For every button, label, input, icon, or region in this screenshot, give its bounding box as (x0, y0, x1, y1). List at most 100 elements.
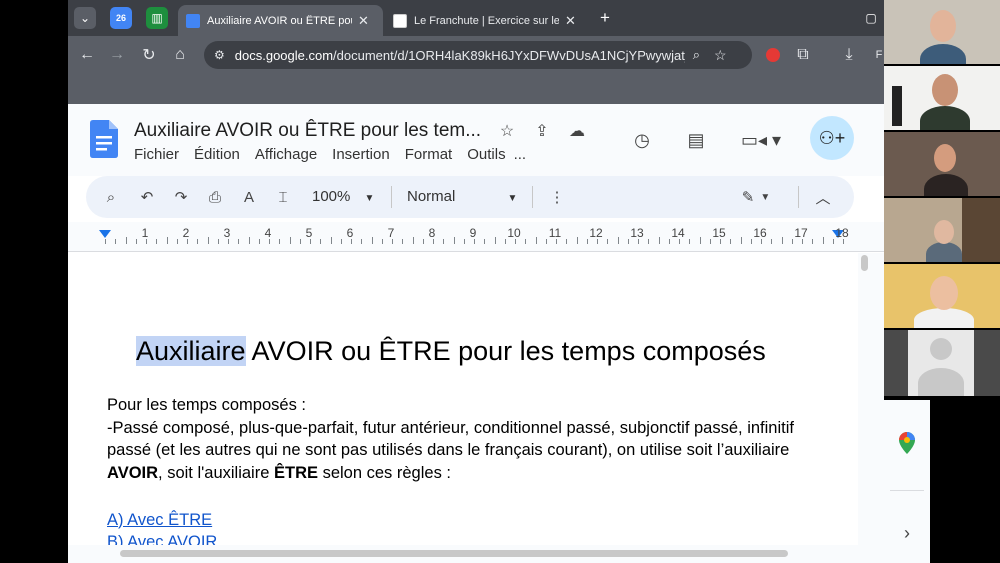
ruler-tick (381, 239, 383, 244)
zoom-select[interactable]: 100% ▼ (312, 188, 374, 205)
heading-rest-text: AVOIR ou ÊTRE pour les temps composés (245, 336, 766, 366)
undo-icon[interactable]: ↶ (136, 186, 158, 208)
spellcheck-icon[interactable]: A (238, 186, 260, 208)
maps-icon[interactable] (894, 430, 920, 456)
bookmarks-bar (68, 74, 884, 104)
chevron-right-icon[interactable]: › (896, 522, 918, 544)
browser-window: ⌄ 26 ▥ Auxiliaire AVOIR ou ÊTRE pour l ✕… (68, 0, 884, 563)
menu-outils[interactable]: Outils (467, 146, 505, 163)
tab-label: Le Franchute | Exercice sur le ch (414, 14, 559, 27)
participant-face (930, 276, 958, 310)
ruler-tick (638, 239, 639, 244)
tab-auxiliaire-doc[interactable]: Auxiliaire AVOIR ou ÊTRE pour l ✕ (178, 5, 383, 36)
menu-insertion[interactable]: Insertion (332, 146, 390, 163)
share-person-icon[interactable]: ⚇+ (810, 116, 854, 160)
ruler-tick (135, 239, 137, 244)
move-folder-icon[interactable]: ⇪ (531, 120, 553, 142)
style-select[interactable]: Normal ▼ (407, 188, 517, 205)
menu-edition[interactable]: Édition (194, 146, 240, 163)
docs-favicon-icon (186, 13, 200, 28)
ruler-tick (453, 237, 455, 244)
toolbar-divider (798, 186, 799, 208)
style-value: Normal (407, 188, 456, 205)
ruler-tick (597, 239, 598, 244)
ruler-tick (299, 239, 301, 244)
video-call-icon[interactable]: ▭◂ ▾ (736, 124, 786, 156)
paragraph-intro: Pour les temps composés : (107, 396, 306, 414)
tab-le-franchute[interactable]: Le Franchute | Exercice sur le ch ✕ (385, 5, 590, 36)
search-icon[interactable]: ⌕ (100, 186, 122, 208)
more-vert-icon[interactable]: ⋮ (546, 186, 568, 208)
star-icon[interactable]: ☆ (496, 120, 518, 142)
extensions-puzzle-icon[interactable]: ⧉ (792, 44, 814, 66)
edit-pencil-icon[interactable]: ✎ ▼ (736, 186, 776, 208)
profile-avatar[interactable]: F (868, 44, 884, 66)
zoom-value: 100% (312, 188, 351, 205)
link-avec-etre[interactable]: A) Avec ÊTRE (107, 509, 837, 532)
link-avec-avoir[interactable]: B) Avec AVOIR (107, 531, 837, 545)
browser-toolbar: ← → ↻ ⌂ ⚙ docs.google.com/document/d/1OR… (68, 36, 884, 74)
forward-arrow-icon[interactable]: → (106, 44, 128, 66)
document-page[interactable]: Auxiliaire AVOIR ou ÊTRE pour les temps … (68, 253, 858, 545)
video-participant-6[interactable] (884, 330, 1000, 396)
menu-affichage[interactable]: Affichage (255, 146, 317, 163)
redo-icon[interactable]: ↷ (170, 186, 192, 208)
ruler-tick (463, 239, 465, 244)
zoom-icon[interactable]: ⌕ (693, 47, 700, 63)
address-bar[interactable]: ⚙ docs.google.com/document/d/1ORH4laK89k… (204, 41, 752, 69)
horizontal-scroll-thumb[interactable] (120, 550, 788, 557)
tab-search-button[interactable]: ⌄ (74, 7, 96, 29)
chevron-up-icon[interactable]: ︿ (812, 186, 834, 208)
video-participant-4[interactable] (884, 198, 1000, 262)
history-icon[interactable]: ◷ (626, 124, 658, 156)
menu-format[interactable]: Format (405, 146, 453, 163)
docs-logo-icon[interactable] (90, 120, 118, 158)
back-arrow-icon[interactable]: ← (76, 44, 98, 66)
ruler-tick (105, 239, 106, 244)
bookmark-star-icon[interactable]: ☆ (714, 47, 727, 64)
close-tab-icon[interactable]: ✕ (358, 13, 369, 29)
home-icon[interactable]: ⌂ (169, 44, 191, 66)
ruler-number: 5 (305, 226, 313, 240)
ruler-tick (515, 239, 516, 244)
paint-format-icon[interactable]: ⌶ (272, 186, 294, 208)
menu-more[interactable]: ... (514, 146, 527, 163)
comment-icon[interactable]: ▤ (680, 124, 712, 156)
ruler-number: 10 (507, 226, 521, 240)
download-icon[interactable]: ⤓ (838, 44, 860, 66)
left-indent-marker[interactable] (99, 230, 111, 238)
franchute-favicon-icon (393, 13, 407, 28)
calendar-tab-icon[interactable]: 26 (110, 7, 132, 29)
document-body[interactable]: Pour les temps composés : -Passé composé… (107, 394, 837, 545)
extension-red-icon[interactable] (762, 44, 784, 66)
menu-fichier[interactable]: Fichier (134, 146, 179, 163)
ruler-tick (166, 237, 168, 244)
video-participant-3[interactable] (884, 132, 1000, 196)
menu-bar: Fichier Édition Affichage Insertion Form… (134, 146, 541, 163)
document-title[interactable]: Auxiliaire AVOIR ou ÊTRE pour les tem... (134, 120, 481, 142)
site-settings-icon[interactable]: ⚙ (214, 48, 225, 62)
video-participant-1[interactable] (884, 0, 1000, 64)
trello-tab-icon[interactable]: ▥ (146, 7, 168, 29)
ruler-tick (679, 239, 680, 244)
ruler-tick (474, 239, 475, 244)
ruler-number: 7 (387, 226, 395, 240)
horizontal-scrollbar[interactable] (68, 545, 884, 563)
new-tab-button[interactable]: + (594, 7, 616, 29)
ruler-tick (258, 239, 260, 244)
reload-icon[interactable]: ↻ (138, 44, 160, 66)
close-tab-icon[interactable]: ✕ (565, 13, 576, 29)
ruler-tick (484, 239, 486, 244)
vertical-scrollbar[interactable] (858, 253, 872, 545)
cloud-saved-icon[interactable]: ☁ (566, 120, 588, 142)
document-heading[interactable]: Auxiliaire AVOIR ou ÊTRE pour les temps … (136, 336, 766, 367)
ruler-tick (248, 237, 250, 244)
window-restore-button[interactable]: ▢ (860, 7, 882, 29)
ruler[interactable]: 1 2 3 4 5 6 7 8 9 10 11 12 13 14 15 16 17 18 (68, 222, 884, 252)
vertical-scroll-thumb[interactable] (861, 255, 868, 271)
ruler-tick (771, 239, 773, 244)
video-participant-2[interactable] (884, 66, 1000, 130)
video-participant-5[interactable] (884, 264, 1000, 328)
print-icon[interactable]: ⎙ (204, 186, 226, 208)
